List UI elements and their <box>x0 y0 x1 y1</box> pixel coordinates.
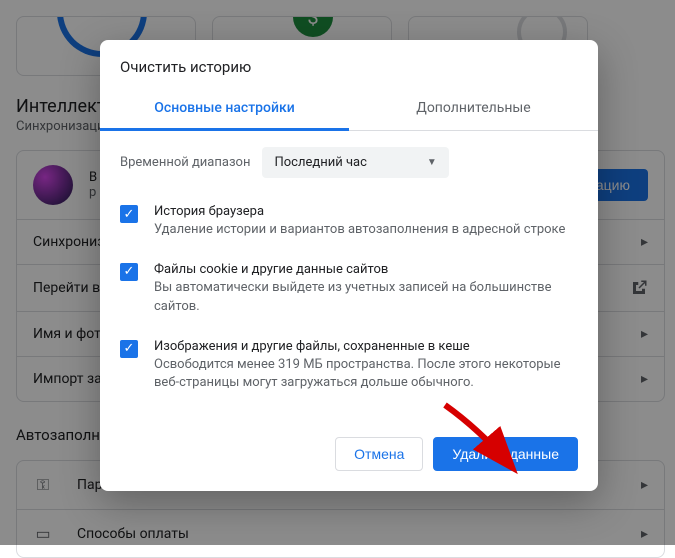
cancel-button[interactable]: Отмена <box>335 437 423 471</box>
dialog-title: Очистить историю <box>100 40 598 88</box>
clear-data-button[interactable]: Удалить данные <box>433 437 578 471</box>
option-desc: Вы автоматически выйдете из учетных запи… <box>154 279 578 317</box>
time-range-row: Временной диапазон Последний час ▼ <box>100 131 598 186</box>
option-title: Изображения и другие файлы, сохраненные … <box>154 339 578 354</box>
checkbox-browsing-history[interactable]: ✓ <box>120 205 138 223</box>
time-range-select[interactable]: Последний час ▼ <box>262 147 448 178</box>
option-cache: ✓ Изображения и другие файлы, сохраненны… <box>120 329 578 406</box>
option-browsing-history: ✓ История браузера Удаление истории и ва… <box>120 194 578 252</box>
tab-advanced[interactable]: Дополнительные <box>349 88 598 130</box>
chevron-down-icon: ▼ <box>427 157 437 168</box>
clear-options: ✓ История браузера Удаление истории и ва… <box>100 186 598 413</box>
checkbox-cache[interactable]: ✓ <box>120 340 138 358</box>
time-range-label: Временной диапазон <box>120 155 250 170</box>
option-desc: Освободится менее 319 МБ пространства. П… <box>154 356 578 394</box>
checkbox-cookies[interactable]: ✓ <box>120 263 138 281</box>
option-cookies: ✓ Файлы cookie и другие данные сайтов Вы… <box>120 252 578 329</box>
clear-history-dialog: Очистить историю Основные настройки Допо… <box>100 40 598 491</box>
tab-basic[interactable]: Основные настройки <box>100 88 349 130</box>
option-title: История браузера <box>154 204 565 219</box>
option-title: Файлы cookie и другие данные сайтов <box>154 262 578 277</box>
dialog-tabs: Основные настройки Дополнительные <box>100 88 598 131</box>
time-range-value: Последний час <box>274 155 366 170</box>
option-desc: Удаление истории и вариантов автозаполне… <box>154 221 565 240</box>
dialog-actions: Отмена Удалить данные <box>100 413 598 475</box>
